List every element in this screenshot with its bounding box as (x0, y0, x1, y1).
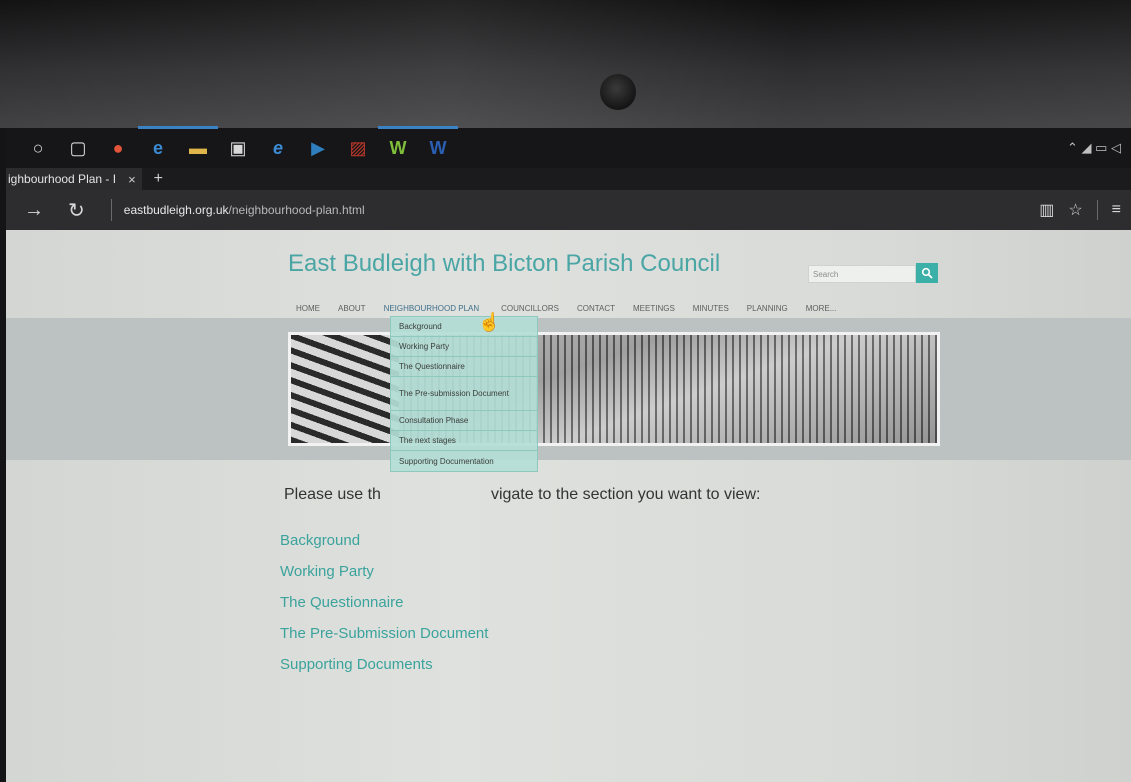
monitor-bezel (0, 0, 1131, 128)
chrome-icon[interactable]: ● (106, 136, 130, 160)
nav-contact[interactable]: CONTACT (577, 304, 615, 313)
link-working-party[interactable]: Working Party (280, 563, 488, 580)
intro-text-right: vigate to the section you want to view: (490, 486, 761, 503)
search-button[interactable] (916, 263, 938, 283)
link-background[interactable]: Background (280, 532, 488, 549)
store-icon[interactable]: ▣ (226, 136, 250, 160)
dropdown-item-next-stages[interactable]: The next stages (391, 431, 537, 451)
dropdown-item-consultation[interactable]: Consultation Phase (391, 411, 537, 431)
close-tab-icon[interactable]: × (128, 172, 136, 187)
word-icon[interactable]: W (418, 126, 458, 160)
internet-explorer-icon[interactable]: e (266, 136, 290, 160)
address-bar: → ↻ eastbudleigh.org.uk/neighbourhood-pl… (6, 190, 1131, 230)
tab-title: ighbourhood Plan - I (8, 172, 117, 186)
system-tray[interactable]: ⌃ ◢ ▭ ◁ (1067, 140, 1121, 156)
dropdown-item-working-party[interactable]: Working Party (391, 337, 537, 357)
toolbar-divider (1096, 200, 1098, 220)
link-supporting-documents[interactable]: Supporting Documents (280, 656, 488, 673)
favorite-star-icon[interactable]: ☆ (1068, 200, 1082, 220)
nav-neighbourhood-plan[interactable]: NEIGHBOURHOOD PLAN (384, 304, 480, 313)
dropdown-item-pre-submission[interactable]: The Pre-submission Document (391, 377, 537, 411)
url-field[interactable]: eastbudleigh.org.uk/neighbourhood-plan.h… (124, 203, 365, 217)
file-explorer-icon[interactable]: ▬ (178, 126, 218, 160)
hand-cursor-icon: ☝ (478, 312, 501, 332)
tab-strip: ighbourhood Plan - I × + (6, 168, 1131, 190)
section-links: Background Working Party The Questionnai… (280, 532, 488, 687)
green-app-icon[interactable]: W (378, 126, 418, 160)
dropdown-item-supporting-documentation[interactable]: Supporting Documentation (391, 451, 537, 471)
refresh-icon[interactable]: ↻ (68, 198, 85, 223)
tab-neighbourhood-plan[interactable]: ighbourhood Plan - I × (6, 168, 142, 190)
nav-meetings[interactable]: MEETINGS (633, 304, 675, 313)
hub-menu-icon[interactable]: ≡ (1112, 201, 1121, 219)
search-input[interactable]: Search (808, 265, 916, 283)
intro-text: Please use th vigate to the section you w… (284, 486, 760, 504)
banner-image-left (291, 335, 399, 443)
dropdown-item-questionnaire[interactable]: The Questionnaire (391, 357, 537, 377)
url-path: /neighbourhood-plan.html (228, 203, 365, 217)
main-nav: HOME ABOUT NEIGHBOURHOOD PLAN COUNCILLOR… (296, 304, 854, 313)
web-page: East Budleigh with Bicton Parish Council… (6, 230, 1131, 782)
banner-image-frame (288, 332, 940, 446)
nav-minutes[interactable]: MINUTES (693, 304, 729, 313)
link-pre-submission-document[interactable]: The Pre-Submission Document (280, 625, 488, 642)
intro-text-left: Please use th (284, 486, 381, 503)
search-icon (921, 267, 933, 279)
nav-about[interactable]: ABOUT (338, 304, 366, 313)
link-questionnaire[interactable]: The Questionnaire (280, 594, 488, 611)
edge-icon[interactable]: e (138, 126, 178, 160)
url-host: eastbudleigh.org.uk (123, 203, 229, 217)
address-actions: ▥ ☆ ≡ (1039, 200, 1121, 220)
nav-councillors[interactable]: COUNCILLORS (501, 304, 559, 313)
nav-more[interactable]: MORE... (806, 304, 837, 313)
media-player-icon[interactable]: ▶ (306, 136, 330, 160)
reading-view-icon[interactable]: ▥ (1039, 200, 1054, 220)
taskbar: ○ ▢ ● e ▬ ▣ e ▶ ▨ W W ⌃ ◢ ▭ ◁ (6, 126, 1131, 168)
address-separator (110, 199, 112, 221)
site-title[interactable]: East Budleigh with Bicton Parish Council (288, 250, 720, 278)
nav-planning[interactable]: PLANNING (747, 304, 788, 313)
dropdown-item-background[interactable]: Background (391, 317, 537, 337)
webcam (600, 74, 636, 110)
neighbourhood-plan-dropdown: Background Working Party The Questionnai… (390, 316, 538, 472)
screen-reflection (0, 0, 1131, 128)
forward-button[interactable]: → (24, 199, 44, 222)
task-view-icon[interactable]: ▢ (66, 136, 90, 160)
nav-home[interactable]: HOME (296, 304, 320, 313)
photo-app-icon[interactable]: ▨ (346, 136, 370, 160)
cortana-circle-icon[interactable]: ○ (26, 136, 50, 160)
new-tab-button[interactable]: + (154, 168, 163, 190)
